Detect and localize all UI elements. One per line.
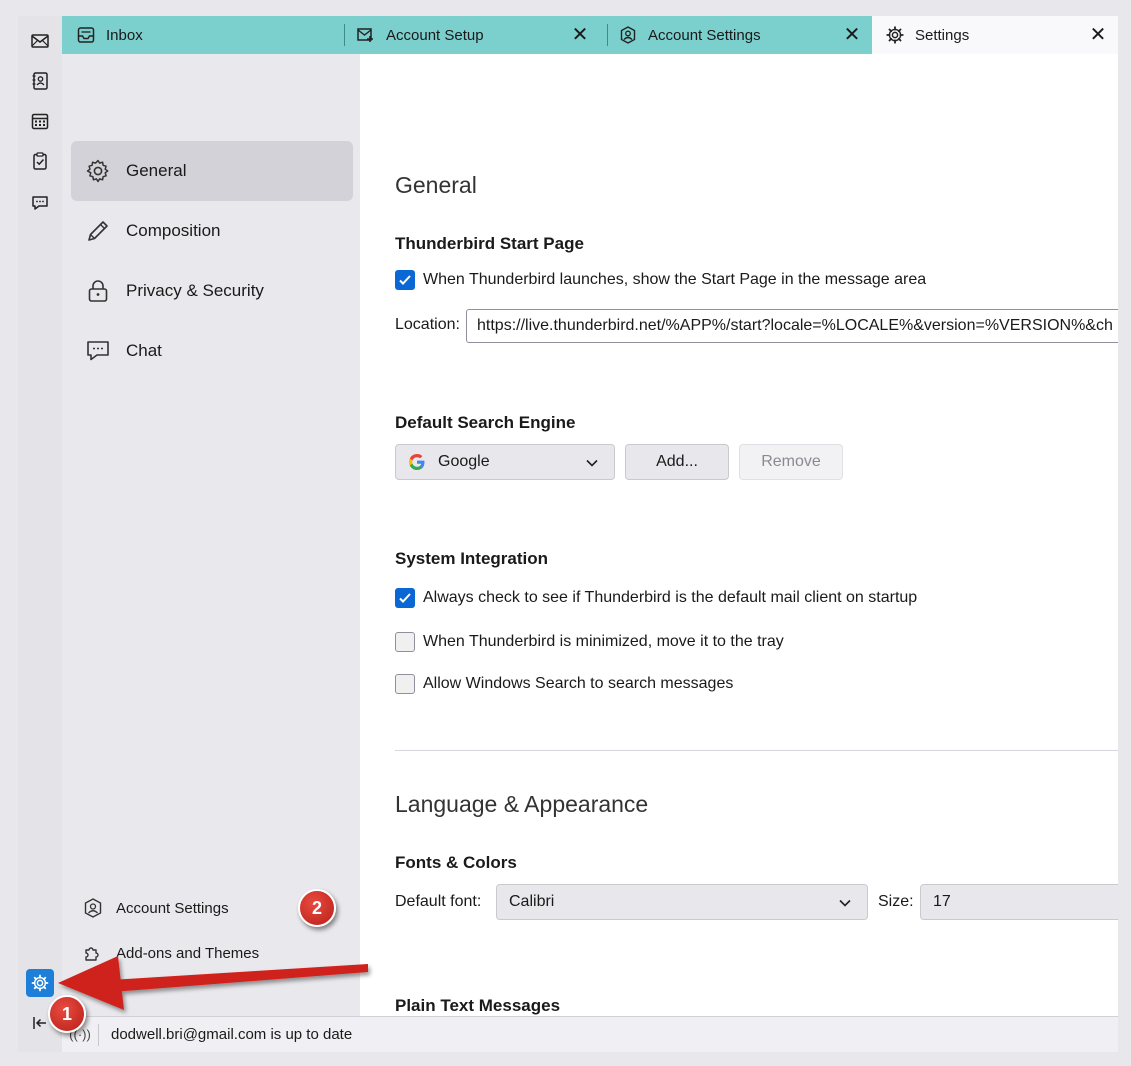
checkmark-icon	[399, 275, 411, 285]
category-general[interactable]: General	[71, 141, 353, 201]
spaces-toolbar	[18, 16, 62, 1052]
status-message: dodwell.bri@gmail.com is up to date	[111, 1026, 353, 1043]
tab-account-setup[interactable]: Account Setup ✕	[338, 16, 600, 54]
category-composition[interactable]: Composition	[71, 201, 353, 261]
google-logo-icon	[409, 454, 425, 470]
chevron-down-icon	[839, 899, 851, 907]
windows-search-label: Allow Windows Search to search messages	[423, 675, 734, 692]
address-book-icon	[32, 72, 48, 90]
default-client-row[interactable]: Always check to see if Thunderbird is th…	[395, 588, 917, 608]
windows-search-checkbox[interactable]	[395, 674, 415, 694]
chat-bubble-icon	[32, 196, 48, 210]
section-divider	[395, 750, 1118, 751]
start-page-checkbox-label: When Thunderbird launches, show the Star…	[423, 271, 927, 288]
tab-bar: Inbox Account Setup ✕ Account Settings ✕…	[62, 16, 1118, 54]
category-privacy-security[interactable]: Privacy & Security	[71, 261, 353, 321]
default-font-label-text: Default font:	[395, 893, 482, 910]
tab-label: Inbox	[106, 26, 143, 44]
search-engine-heading: Default Search Engine	[395, 413, 576, 432]
category-label: Privacy & Security	[126, 281, 264, 300]
gear-icon	[885, 25, 905, 45]
envelope-icon	[31, 34, 49, 48]
puzzle-piece-icon	[85, 947, 99, 961]
default-font-label: Default font:	[395, 893, 481, 911]
category-label: General	[126, 161, 187, 180]
default-font-value: Calibri	[509, 893, 555, 910]
gear-icon	[31, 974, 49, 992]
default-client-checkbox[interactable]	[395, 588, 415, 608]
default-font-dropdown[interactable]: Calibri	[496, 884, 868, 920]
windows-search-row[interactable]: Allow Windows Search to search messages	[395, 674, 733, 694]
tasks-icon	[33, 152, 47, 170]
search-engine-dropdown[interactable]: Google	[395, 444, 615, 480]
close-icon[interactable]: ✕	[570, 25, 590, 45]
chevron-down-icon	[586, 459, 598, 467]
language-appearance-heading: Language & Appearance	[395, 791, 649, 817]
account-icon	[618, 25, 638, 45]
location-label-text: Location:	[395, 316, 460, 333]
size-label: Size:	[878, 893, 914, 911]
checkmark-icon	[399, 593, 411, 603]
location-label: Location:	[395, 316, 460, 334]
category-label: Chat	[126, 341, 162, 360]
size-label-text: Size:	[878, 893, 914, 910]
tab-label: Settings	[915, 26, 970, 44]
category-chat[interactable]: Chat	[71, 321, 353, 381]
account-icon	[84, 898, 102, 918]
annotation-badge-1: 1	[48, 995, 86, 1033]
annotation-badge-2: 2	[298, 889, 336, 927]
inbox-icon	[76, 25, 96, 45]
settings-space-button[interactable]	[26, 969, 54, 997]
settings-category-sidebar: General Composition Privacy & Security C…	[62, 54, 360, 1032]
gear-icon	[86, 159, 109, 183]
start-page-heading: Thunderbird Start Page	[395, 234, 584, 253]
tasks-space-button[interactable]	[27, 148, 53, 174]
minimize-tray-row[interactable]: When Thunderbird is minimized, move it t…	[395, 632, 784, 652]
chat-space-button[interactable]	[27, 190, 53, 216]
addons-themes-label: Add-ons and Themes	[116, 944, 260, 962]
plain-text-heading: Plain Text Messages	[395, 996, 561, 1015]
pencil-icon	[88, 221, 108, 241]
close-icon[interactable]: ✕	[1088, 25, 1108, 45]
status-separator	[98, 1023, 99, 1046]
font-size-dropdown[interactable]: 17	[920, 884, 1118, 920]
addons-themes-link[interactable]: Add-ons and Themes	[82, 938, 259, 968]
system-integration-heading: System Integration	[395, 549, 549, 568]
default-client-label: Always check to see if Thunderbird is th…	[423, 589, 918, 606]
start-page-checkbox[interactable]	[395, 270, 415, 290]
minimize-tray-checkbox[interactable]	[395, 632, 415, 652]
location-input[interactable]: https://live.thunderbird.net/%APP%/start…	[466, 309, 1118, 343]
search-engine-value: Google	[438, 453, 490, 470]
tab-label: Account Setup	[386, 26, 484, 44]
lock-icon	[88, 280, 108, 302]
address-book-space-button[interactable]	[27, 68, 53, 94]
mail-setup-icon	[356, 25, 376, 45]
thunderbird-window: Inbox Account Setup ✕ Account Settings ✕…	[18, 16, 1118, 1052]
account-settings-link[interactable]: Account Settings	[82, 893, 229, 923]
chat-icon	[87, 341, 109, 361]
fonts-colors-heading: Fonts & Colors	[395, 853, 517, 872]
calendar-icon	[31, 113, 49, 130]
tab-settings[interactable]: Settings ✕	[872, 16, 1118, 54]
minimize-tray-label: When Thunderbird is minimized, move it t…	[423, 633, 784, 650]
calendar-space-button[interactable]	[27, 108, 53, 134]
add-search-engine-button[interactable]: Add...	[625, 444, 729, 480]
font-size-value: 17	[933, 893, 951, 910]
tab-account-settings[interactable]: Account Settings ✕	[602, 16, 872, 54]
settings-content: General Thunderbird Start Page When Thun…	[360, 54, 1118, 1032]
general-heading: General	[395, 172, 477, 198]
tab-inbox[interactable]: Inbox	[76, 16, 326, 54]
collapse-left-icon	[33, 1017, 46, 1029]
account-settings-label: Account Settings	[116, 899, 229, 917]
tab-label: Account Settings	[648, 26, 761, 44]
status-bar: ((·)) dodwell.bri@gmail.com is up to dat…	[62, 1016, 1118, 1052]
mail-space-button[interactable]	[27, 28, 53, 54]
close-icon[interactable]: ✕	[842, 25, 862, 45]
remove-search-engine-button[interactable]: Remove	[739, 444, 843, 480]
start-page-checkbox-row[interactable]: When Thunderbird launches, show the Star…	[395, 270, 926, 290]
category-label: Composition	[126, 221, 221, 240]
